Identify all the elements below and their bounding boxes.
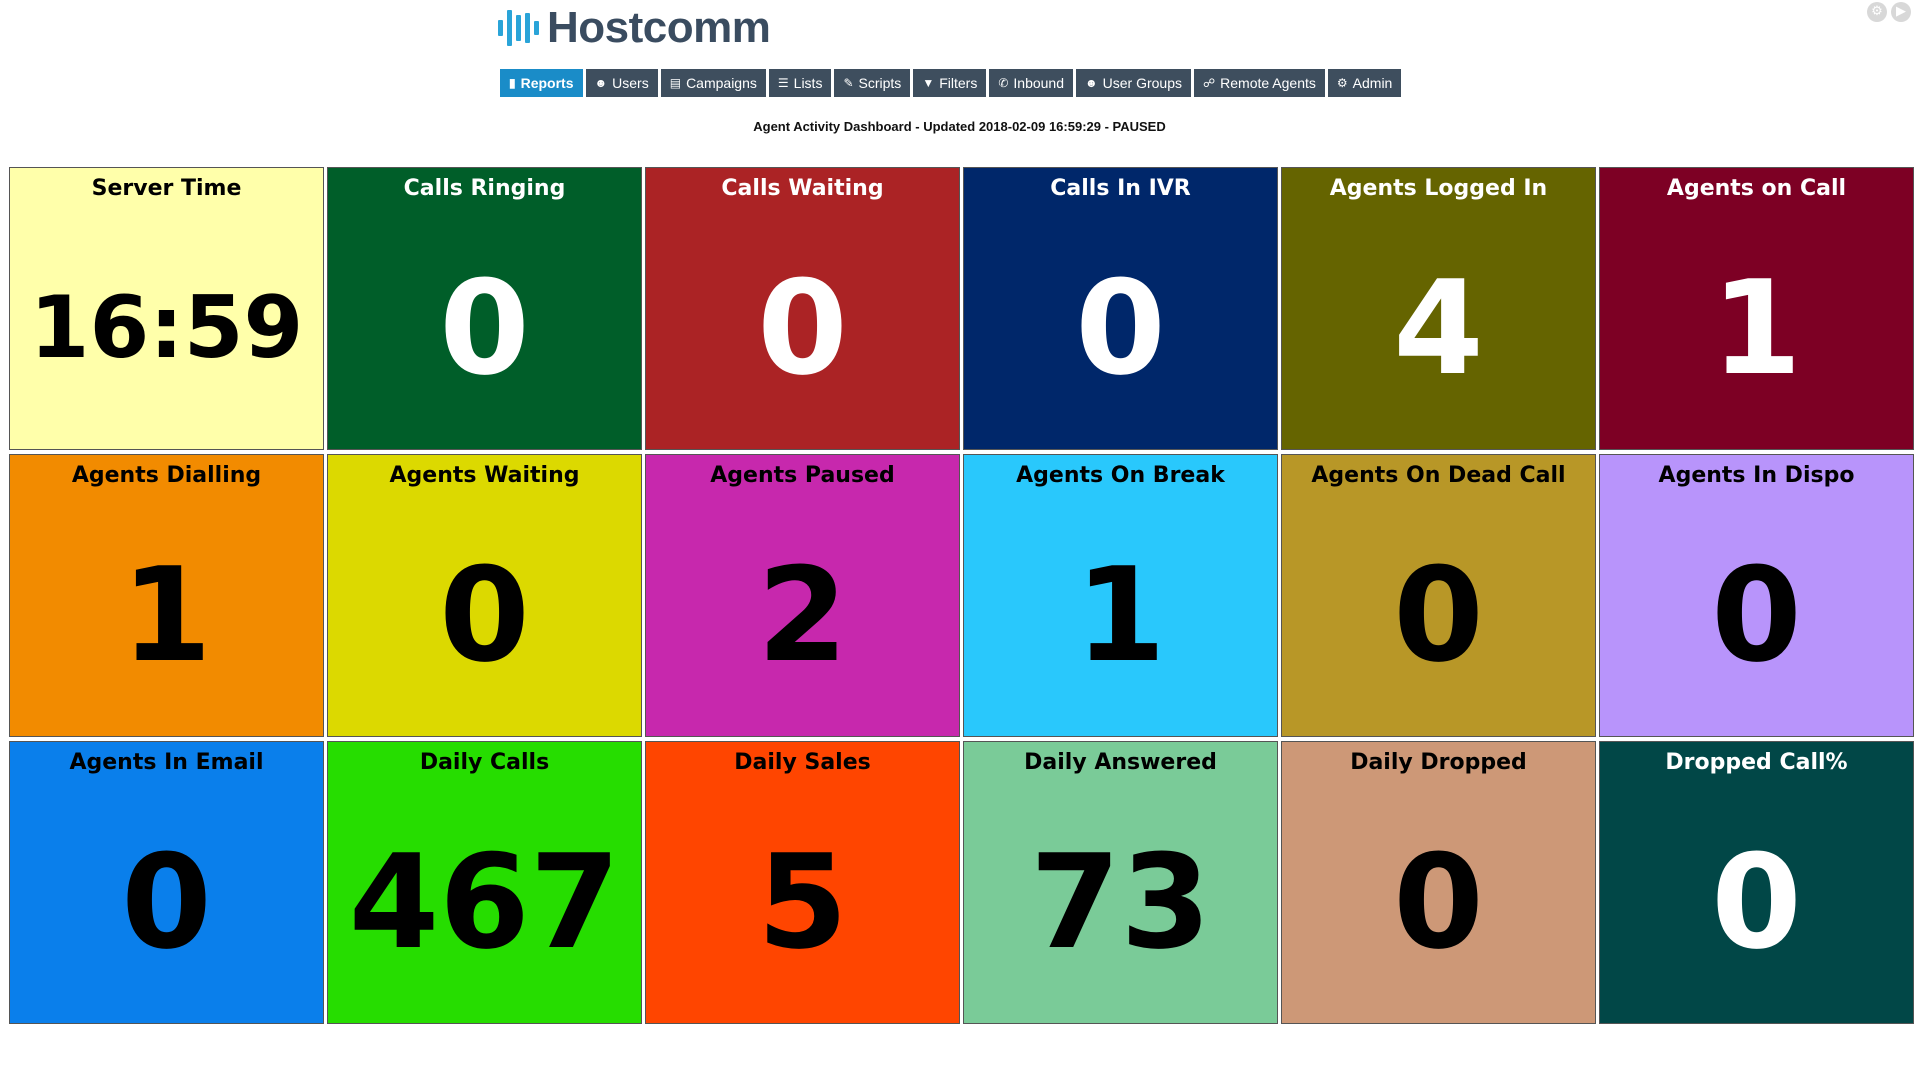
cog-icon: ⚙ bbox=[1336, 76, 1348, 90]
tile-daily-answered: Daily Answered 73 bbox=[963, 741, 1278, 1024]
tile-calls-ringing: Calls Ringing 0 bbox=[327, 167, 642, 450]
user-groups-icon: ☻ bbox=[1085, 76, 1098, 90]
top-right-controls: ⚙ ▶ bbox=[1867, 2, 1911, 22]
tile-label: Daily Answered bbox=[1024, 750, 1217, 775]
tile-calls-waiting: Calls Waiting 0 bbox=[645, 167, 960, 450]
tile-server-time: Server Time 16:59 bbox=[9, 167, 324, 450]
logo-bars-icon bbox=[498, 6, 539, 50]
tile-value: 0 bbox=[439, 252, 530, 404]
tile-label: Agents Paused bbox=[710, 463, 895, 488]
nav-users[interactable]: ☻ Users bbox=[585, 69, 658, 97]
tile-value: 1 bbox=[121, 539, 212, 691]
nav-campaigns[interactable]: ▤ Campaigns bbox=[660, 69, 766, 97]
nav-label: User Groups bbox=[1102, 75, 1182, 91]
tile-value: 0 bbox=[439, 539, 530, 691]
tile-value: 0 bbox=[121, 826, 212, 978]
nav-filters[interactable]: ▼ Filters bbox=[913, 69, 987, 97]
tile-label: Agents Dialling bbox=[71, 463, 262, 488]
nav-reports[interactable]: ▮ Reports bbox=[500, 69, 583, 97]
tile-value: 0 bbox=[1393, 826, 1484, 978]
nav-scripts[interactable]: ✎ Scripts bbox=[834, 69, 911, 97]
tile-label: Calls In IVR bbox=[1050, 176, 1191, 201]
tile-label: Calls Ringing bbox=[403, 176, 566, 201]
tile-label: Agents In Email bbox=[69, 750, 264, 775]
nav-lists[interactable]: ☰ Lists bbox=[768, 69, 832, 97]
tile-value: 1 bbox=[1075, 539, 1166, 691]
tile-daily-sales: Daily Sales 5 bbox=[645, 741, 960, 1024]
tile-label: Agents On Break bbox=[1016, 463, 1225, 488]
tile-label: Calls Waiting bbox=[721, 176, 884, 201]
nav-label: Lists bbox=[793, 75, 823, 91]
tile-value: 5 bbox=[757, 826, 848, 978]
dashboard-subtitle: Agent Activity Dashboard - Updated 2018-… bbox=[753, 119, 1166, 134]
tile-daily-calls: Daily Calls 467 bbox=[327, 741, 642, 1024]
tile-value: 0 bbox=[1393, 539, 1484, 691]
tile-label: Agents In Dispo bbox=[1658, 463, 1855, 488]
brand-logo[interactable]: Hostcomm bbox=[498, 3, 771, 52]
nav-label: Users bbox=[612, 75, 649, 91]
nav-label: Campaigns bbox=[686, 75, 757, 91]
tile-agents-logged-in: Agents Logged In 4 bbox=[1281, 167, 1596, 450]
tile-value: 0 bbox=[1711, 539, 1802, 691]
tile-calls-in-ivr: Calls In IVR 0 bbox=[963, 167, 1278, 450]
tile-value: 467 bbox=[348, 826, 621, 978]
tile-value: 2 bbox=[757, 539, 848, 691]
filter-icon: ▼ bbox=[922, 76, 935, 90]
tile-agents-on-dead-call: Agents On Dead Call 0 bbox=[1281, 454, 1596, 737]
tile-value: 4 bbox=[1393, 252, 1484, 404]
nav-admin[interactable]: ⚙ Admin bbox=[1327, 69, 1402, 97]
tile-value: 0 bbox=[1075, 252, 1166, 404]
remote-agents-icon: ☍ bbox=[1203, 76, 1216, 90]
tile-label: Server Time bbox=[91, 176, 242, 201]
tile-label: Dropped Call% bbox=[1665, 750, 1848, 775]
tile-value: 0 bbox=[1711, 826, 1802, 978]
nav-label: Scripts bbox=[858, 75, 902, 91]
tile-agents-dialling: Agents Dialling 1 bbox=[9, 454, 324, 737]
tile-label: Agents Logged In bbox=[1329, 176, 1548, 201]
tile-daily-dropped: Daily Dropped 0 bbox=[1281, 741, 1596, 1024]
tile-label: Agents on Call bbox=[1666, 176, 1847, 201]
nav-inbound[interactable]: ✆ Inbound bbox=[989, 69, 1073, 97]
edit-icon: ✎ bbox=[843, 76, 854, 90]
main-nav: ▮ Reports ☻ Users ▤ Campaigns ☰ Lists ✎ Scripts ▼ F… bbox=[500, 69, 1402, 97]
tile-label: Daily Dropped bbox=[1350, 750, 1527, 775]
tile-label: Daily Sales bbox=[734, 750, 871, 775]
chart-icon: ▮ bbox=[509, 76, 516, 90]
header: Hostcomm ⚙ ▶ ▮ Reports ☻ Users ▤ Campaigns ☰ Li… bbox=[0, 0, 1919, 160]
tile-label: Agents On Dead Call bbox=[1311, 463, 1566, 488]
nav-label: Reports bbox=[520, 75, 574, 91]
tile-value: 0 bbox=[757, 252, 848, 404]
tile-agents-waiting: Agents Waiting 0 bbox=[327, 454, 642, 737]
campaigns-icon: ▤ bbox=[669, 76, 682, 90]
tile-agents-paused: Agents Paused 2 bbox=[645, 454, 960, 737]
tile-dropped-call-pct: Dropped Call% 0 bbox=[1599, 741, 1914, 1024]
tile-agents-on-call: Agents on Call 1 bbox=[1599, 167, 1914, 450]
stats-grid: Server Time 16:59 Calls Ringing 0 Calls Wait… bbox=[9, 167, 1914, 1024]
tile-agents-in-dispo: Agents In Dispo 0 bbox=[1599, 454, 1914, 737]
nav-user-groups[interactable]: ☻ User Groups bbox=[1076, 69, 1191, 97]
nav-label: Admin bbox=[1352, 75, 1393, 91]
tile-label: Agents Waiting bbox=[389, 463, 580, 488]
tile-agents-on-break: Agents On Break 1 bbox=[963, 454, 1278, 737]
list-icon: ☰ bbox=[777, 76, 789, 90]
nav-label: Remote Agents bbox=[1220, 75, 1316, 91]
phone-icon: ✆ bbox=[998, 76, 1009, 90]
users-icon: ☻ bbox=[594, 76, 608, 90]
gear-icon[interactable]: ⚙ bbox=[1867, 2, 1887, 22]
tile-value: 16:59 bbox=[29, 278, 304, 378]
tile-agents-in-email: Agents In Email 0 bbox=[9, 741, 324, 1024]
brand-name: Hostcomm bbox=[547, 3, 771, 52]
tile-value: 1 bbox=[1711, 252, 1802, 404]
play-icon[interactable]: ▶ bbox=[1891, 2, 1911, 22]
tile-value: 73 bbox=[1030, 826, 1211, 978]
nav-label: Filters bbox=[939, 75, 978, 91]
tile-label: Daily Calls bbox=[419, 750, 550, 775]
nav-remote-agents[interactable]: ☍ Remote Agents bbox=[1194, 69, 1325, 97]
nav-label: Inbound bbox=[1013, 75, 1064, 91]
